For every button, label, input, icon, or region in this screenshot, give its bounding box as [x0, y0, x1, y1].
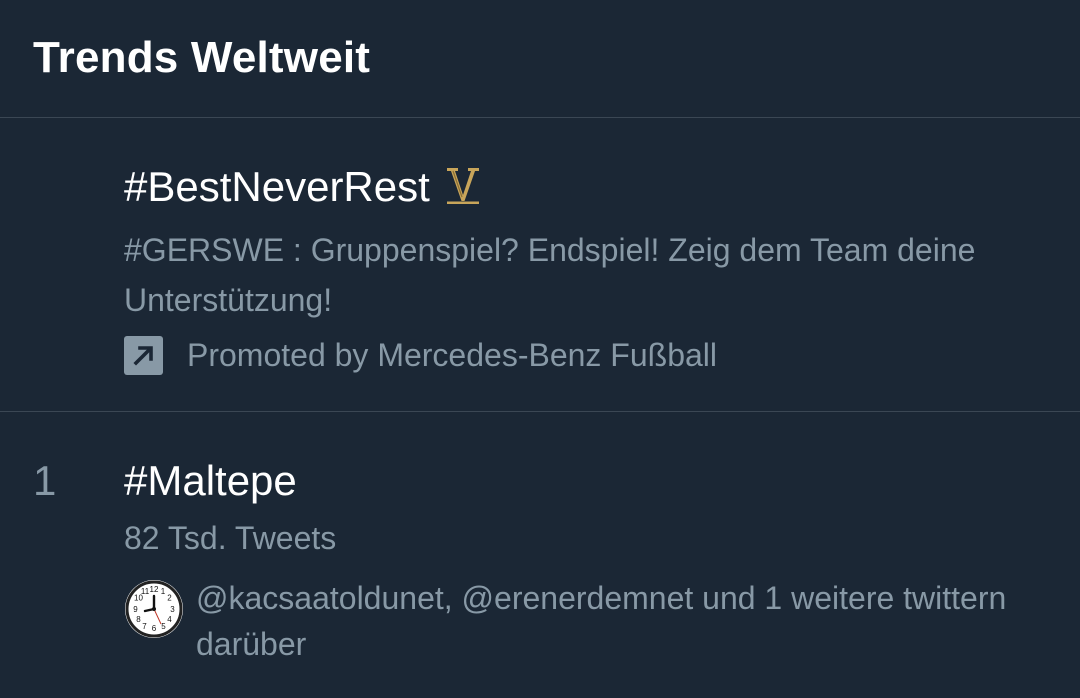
- trends-screen: Trends Weltweit #BestNeverRest #GERSWE :…: [0, 0, 1080, 698]
- hashflag-v-icon: [444, 164, 482, 218]
- promoted-arrow-icon: [124, 335, 163, 375]
- svg-text:9: 9: [133, 605, 138, 614]
- trend-name: #BestNeverRest: [124, 160, 482, 218]
- svg-text:11: 11: [141, 587, 150, 596]
- clock-icon: 12 1 2 3 4 5 6 7 8 9 10 11: [124, 579, 184, 639]
- trend-name: #Maltepe: [124, 457, 297, 504]
- page-title: Trends Weltweit: [33, 33, 371, 82]
- trend-description: #GERSWE : Gruppenspiel? Endspiel! Zeig d…: [124, 232, 976, 318]
- trend-context-text: @kacsaatoldunet, @erenerdemnet und 1 wei…: [196, 580, 1007, 662]
- trend-item-promoted[interactable]: #BestNeverRest #GERSWE : Gruppenspiel? E…: [0, 118, 1080, 412]
- svg-text:6: 6: [152, 624, 157, 633]
- tweet-count: 82 Tsd. Tweets: [124, 520, 337, 556]
- promoted-label: Promoted by Mercedes-Benz Fußball: [187, 337, 717, 373]
- svg-text:3: 3: [170, 605, 175, 614]
- svg-text:7: 7: [142, 622, 147, 631]
- trend-rank: 1: [33, 457, 57, 504]
- trend-name-text: #BestNeverRest: [124, 163, 430, 210]
- svg-text:5: 5: [161, 622, 166, 631]
- trend-item[interactable]: 1 #Maltepe 82 Tsd. Tweets 12 1 2 3 4 5 6…: [0, 412, 1080, 698]
- svg-text:4: 4: [167, 615, 172, 624]
- promoted-line: Promoted by Mercedes-Benz Fußball: [124, 330, 717, 380]
- svg-text:8: 8: [136, 615, 141, 624]
- svg-text:12: 12: [150, 585, 159, 594]
- svg-text:1: 1: [161, 587, 166, 596]
- trends-header: Trends Weltweit: [0, 0, 1080, 118]
- svg-text:2: 2: [167, 594, 172, 603]
